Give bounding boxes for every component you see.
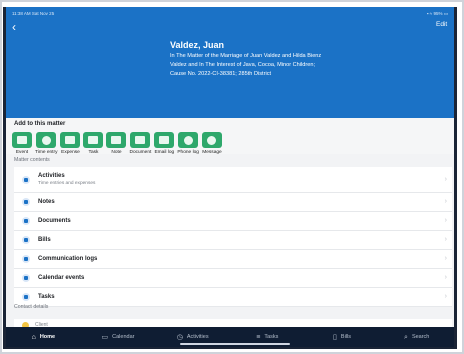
note-icon [106, 132, 127, 148]
tab-label: Bills [340, 334, 351, 340]
calendar-icon [12, 132, 32, 148]
action-label: Document [129, 150, 152, 155]
email-icon [154, 132, 175, 148]
action-time-entry[interactable]: Time entry [35, 132, 57, 155]
chevron-right-icon: › [444, 274, 447, 281]
action-label: Task [88, 150, 99, 155]
matter-description: In The Matter of the Marriage of Juan Va… [170, 53, 322, 77]
action-event[interactable]: Event [12, 132, 32, 155]
list-item-label: Documents [38, 218, 71, 224]
chevron-right-icon: › [444, 175, 447, 183]
list-item-label: Communication logs [38, 256, 98, 262]
tab-calendar[interactable]: ▭ Calendar [81, 334, 156, 341]
note-icon [22, 198, 30, 206]
clock-icon [36, 132, 57, 148]
tab-label: Calendar [112, 334, 135, 340]
action-label: Time entry [35, 150, 58, 155]
bottom-tab-bar: ⌂ Home ▭ Calendar ◷ Activities ≡ Tasks ▯… [6, 327, 454, 347]
list-item-bills[interactable]: Bills › [14, 231, 452, 250]
edit-button[interactable]: Edit [436, 21, 447, 29]
status-battery: ▪︎ ≈ 95% ▭ [426, 11, 448, 16]
list-item-label: Tasks [38, 294, 55, 300]
tab-label: Activities [186, 334, 209, 340]
chevron-right-icon: › [444, 217, 447, 224]
tab-tasks[interactable]: ≡ Tasks [230, 334, 305, 341]
action-document[interactable]: Document [129, 132, 151, 155]
bill-icon [22, 236, 30, 244]
tab-label: Tasks [264, 334, 279, 340]
document-icon [130, 132, 151, 148]
action-label: Expense [61, 150, 80, 155]
home-icon: ⌂ [31, 333, 36, 341]
action-label: Note [111, 150, 122, 155]
task-icon [83, 132, 104, 148]
tab-search[interactable]: ⌕ Search [379, 334, 454, 341]
add-to-matter-section: Add to this matter Event Time entry Expe… [6, 118, 454, 155]
list-item-label: Notes [38, 199, 55, 205]
phone-icon [22, 255, 30, 263]
action-note[interactable]: Note [106, 132, 127, 155]
chevron-right-icon: › [444, 255, 447, 262]
action-task[interactable]: Task [83, 132, 104, 155]
list-item-calendar-events[interactable]: Calendar events › [14, 269, 452, 288]
status-time: 11:38 AM Sat Nov 25 [12, 11, 55, 16]
list-icon: ≡ [256, 333, 261, 341]
matter-header: 11:38 AM Sat Nov 25 ▪︎ ≈ 95% ▭ ‹ Edit Va… [6, 7, 454, 118]
list-item-tasks[interactable]: Tasks › [14, 288, 452, 307]
list-item-subtitle: Time entries and expenses [38, 181, 96, 186]
list-item-activities[interactable]: Activities Time entries and expenses › [14, 167, 452, 193]
phone-icon [178, 132, 199, 148]
contact-details-heading: Contact details [14, 304, 49, 310]
action-label: Event [15, 150, 29, 155]
receipt-icon [60, 132, 81, 148]
matter-contents-heading: Matter contents [14, 157, 50, 163]
tab-label: Search [411, 334, 430, 340]
action-label: Email log [154, 150, 175, 155]
list-item-documents[interactable]: Documents › [14, 212, 452, 231]
search-icon: ⌕ [404, 333, 408, 341]
action-phone-log[interactable]: Phone log [177, 132, 199, 155]
bill-icon: ▯ [333, 333, 337, 341]
calendar-icon [22, 274, 30, 282]
tab-home[interactable]: ⌂ Home [6, 334, 81, 341]
calendar-icon: ▭ [101, 333, 109, 341]
chevron-right-icon: › [444, 236, 447, 243]
activities-icon [22, 175, 30, 184]
tab-activities[interactable]: ◷ Activities [155, 334, 230, 341]
client-name: Valdez, Juan [170, 40, 225, 50]
quick-actions: Event Time entry Expense Task Note Docum… [12, 132, 225, 155]
action-expense[interactable]: Expense [60, 132, 81, 155]
tab-bills[interactable]: ▯ Bills [305, 334, 380, 341]
task-icon [22, 293, 30, 301]
list-item-label: Calendar events [38, 275, 85, 281]
document-icon [22, 217, 30, 225]
matter-contents-list: Activities Time entries and expenses › N… [14, 167, 452, 307]
message-icon [201, 132, 222, 148]
back-icon[interactable]: ‹ [12, 21, 16, 33]
list-item-label: Activities [38, 173, 65, 179]
tab-label: Home [39, 334, 56, 340]
action-label: Message [202, 150, 222, 155]
action-message[interactable]: Message [201, 132, 222, 155]
list-item-notes[interactable]: Notes › [14, 193, 452, 212]
clock-icon: ◷ [176, 333, 183, 341]
action-email-log[interactable]: Email log [154, 132, 175, 155]
chevron-right-icon: › [444, 198, 447, 205]
ipad-app-window: 11:38 AM Sat Nov 25 ▪︎ ≈ 95% ▭ ‹ Edit Va… [3, 7, 457, 349]
add-section-title: Add to this matter [14, 121, 66, 127]
home-indicator [180, 343, 290, 345]
chevron-right-icon: › [444, 293, 447, 300]
action-label: Phone log [177, 150, 199, 155]
list-item-communication-logs[interactable]: Communication logs › [14, 250, 452, 269]
list-item-label: Bills [38, 237, 51, 243]
